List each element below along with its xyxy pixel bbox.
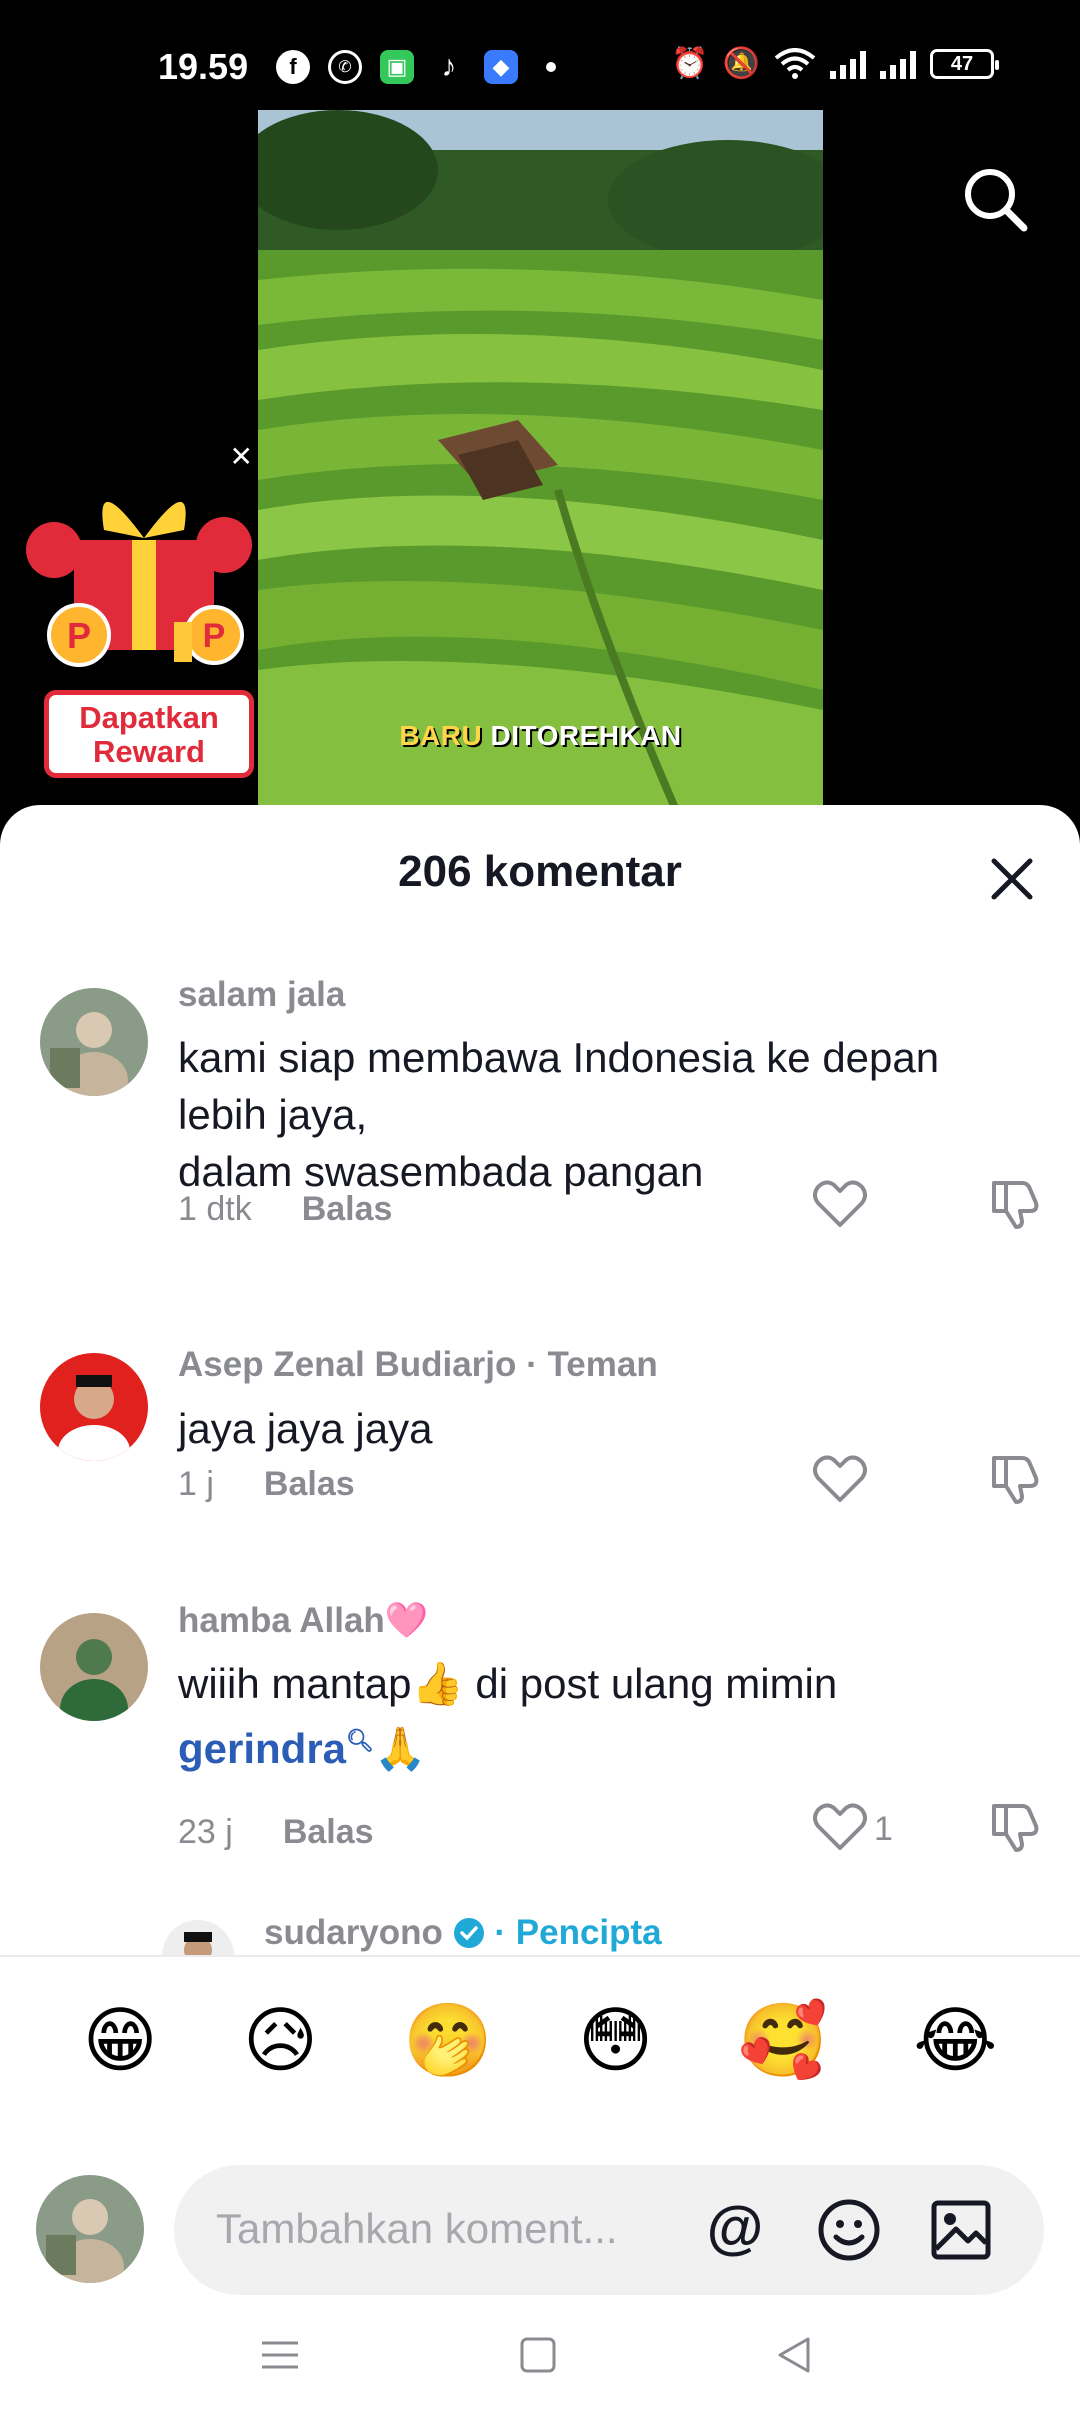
alarm-icon: ⏰: [671, 47, 709, 80]
system-status: ⏰ 🔕 47: [671, 47, 999, 80]
mention-icon[interactable]: @: [702, 2197, 768, 2263]
comment-input[interactable]: Tambahkan koment... @: [174, 2165, 1044, 2295]
emoji-giggle-button[interactable]: 🤭: [403, 2005, 493, 2077]
dislike-icon[interactable]: [986, 1798, 1042, 1854]
svg-text:@: @: [707, 2197, 764, 2260]
dislike-icon[interactable]: [986, 1175, 1042, 1231]
comment-text-emoji: 🙏: [373, 1725, 427, 1772]
emoji-grin-button[interactable]: 😁: [83, 2005, 158, 2077]
comment-text: wiiih mantap👍 di post ulang mimin gerind…: [178, 1655, 1038, 1777]
emoji-love-button[interactable]: 🥰: [738, 2005, 828, 2077]
video-caption: BARU DITOREHKAN: [258, 720, 823, 752]
svg-text:P: P: [203, 617, 226, 655]
dislike-icon[interactable]: [986, 1450, 1042, 1506]
comment-username[interactable]: sudaryono · Pencipta: [264, 1913, 662, 1953]
heart-icon[interactable]: [812, 1452, 868, 1504]
whatsapp-icon: ✆: [328, 50, 362, 84]
battery-icon: 47: [930, 49, 999, 79]
comments-sheet: 206 komentar salam jala kami siap membaw…: [0, 805, 1080, 2412]
comment-text-line: gerindra🔍︎🙏: [178, 1712, 1038, 1777]
green-app-icon: ▣: [380, 50, 414, 84]
menu-icon[interactable]: [258, 2333, 302, 2377]
search-small-icon: 🔍︎: [346, 1728, 374, 1753]
comment-meta: 1 dtk Balas: [178, 1190, 392, 1229]
avatar[interactable]: [40, 1613, 148, 1721]
reply-button[interactable]: Balas: [302, 1190, 393, 1229]
reward-widget[interactable]: ✕ P P Dapatkan Reward: [24, 440, 259, 778]
comment-username[interactable]: hamba Allah🩷: [178, 1600, 428, 1641]
caption-highlight: BARU: [399, 720, 483, 751]
mute-icon: 🔕: [722, 47, 760, 80]
emoji-picker-icon[interactable]: [816, 2197, 882, 2263]
status-time: 19.59: [158, 46, 249, 87]
signal-icon-2: [880, 49, 916, 79]
blue-app-icon: ◆: [484, 50, 518, 84]
back-icon[interactable]: [772, 2333, 816, 2377]
emoji-sad-button[interactable]: 😥: [243, 2005, 318, 2077]
creator-tag: · Pencipta: [484, 1913, 662, 1952]
video-player[interactable]: BARU DITOREHKAN ✕ P P Dapatkan Reward: [0, 110, 1080, 815]
comments-count-title: 206 komentar: [398, 847, 682, 896]
comment-text: kami siap membawa Indonesia ke depan leb…: [178, 1029, 1038, 1200]
username-text: sudaryono: [264, 1913, 443, 1952]
comment-time: 1 dtk: [178, 1190, 252, 1228]
wifi-icon: [774, 48, 816, 79]
comment-text: jaya jaya jaya: [178, 1405, 433, 1452]
more-notifications-dot: [546, 62, 556, 72]
quick-emoji-bar: 😁 😥 🤭 😳 🥰 😂: [0, 1955, 1080, 2125]
comment-meta: 1 j Balas: [178, 1465, 355, 1504]
video-frame[interactable]: BARU DITOREHKAN: [258, 110, 823, 815]
status-bar: 19.59 f ✆ ▣ ♪ ◆ ⏰ 🔕 47: [0, 0, 1080, 110]
comment-username[interactable]: salam jala: [178, 975, 345, 1015]
caption-text: DITOREHKAN: [490, 720, 682, 751]
heart-icon[interactable]: [812, 1177, 868, 1229]
comment-username[interactable]: Asep Zenal Budiarjo · Teman: [178, 1345, 658, 1385]
rice-terrace-video-image: [258, 110, 823, 815]
battery-level: 47: [950, 52, 974, 75]
avatar[interactable]: [40, 1353, 148, 1461]
friend-tag: · Teman: [516, 1345, 658, 1384]
comment-text-line: kami siap membawa Indonesia ke depan: [178, 1034, 940, 1081]
link-text: gerindra: [178, 1725, 347, 1772]
heart-icon[interactable]: [812, 1800, 868, 1852]
comment-time: 1 j: [178, 1465, 214, 1503]
emoji-flushed-button[interactable]: 😳: [578, 2005, 653, 2077]
emoji-laugh-button[interactable]: 😂: [913, 2005, 997, 2077]
tiktok-icon: ♪: [441, 50, 457, 83]
comment-time: 23 j: [178, 1813, 233, 1851]
comment-input-placeholder: Tambahkan koment...: [216, 2205, 618, 2252]
svg-text:P: P: [67, 615, 91, 656]
username-text: Asep Zenal Budiarjo: [178, 1345, 517, 1384]
like-count: 1: [874, 1810, 893, 1848]
verified-badge-icon: [453, 1918, 484, 1948]
home-icon[interactable]: [516, 2333, 560, 2377]
reward-line2: Reward: [93, 734, 205, 769]
reward-line1: Dapatkan: [79, 700, 219, 735]
comment-text-line: wiiih mantap👍 di post ulang mimin: [178, 1660, 838, 1707]
reply-button[interactable]: Balas: [264, 1465, 355, 1504]
search-link-gerindra[interactable]: gerindra🔍︎: [178, 1725, 374, 1772]
notification-icons: f ✆ ▣ ♪ ◆: [276, 50, 556, 84]
gift-box-icon: P P: [26, 501, 252, 667]
reply-button[interactable]: Balas: [283, 1813, 374, 1852]
comment-text-line: lebih jaya,: [178, 1091, 368, 1138]
system-nav-bar: [0, 2325, 1080, 2412]
facebook-icon: f: [276, 50, 310, 84]
comment-meta: 23 j Balas: [178, 1813, 374, 1852]
my-avatar: [36, 2175, 144, 2283]
search-icon[interactable]: [956, 160, 1036, 240]
avatar[interactable]: [40, 988, 148, 1096]
signal-icon-1: [830, 49, 866, 79]
image-attach-icon[interactable]: [928, 2197, 994, 2263]
close-icon[interactable]: [986, 853, 1038, 905]
reward-label[interactable]: Dapatkan Reward: [44, 690, 254, 778]
comment-composer: Tambahkan koment... @: [0, 2125, 1080, 2325]
